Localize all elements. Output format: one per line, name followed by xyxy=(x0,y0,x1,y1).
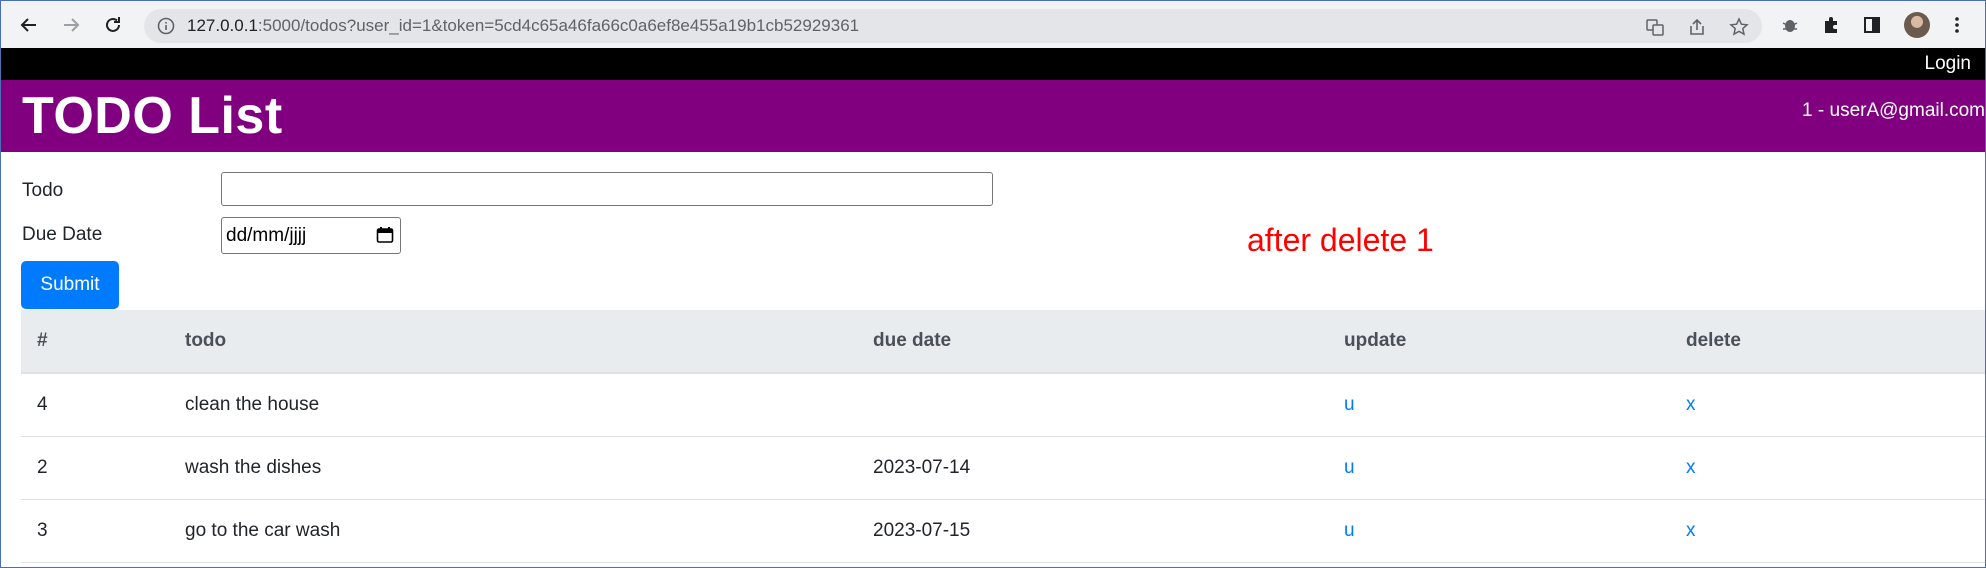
due-date-placeholder: dd/mm/jjjj xyxy=(226,225,307,246)
row-due-date: 2023-07-15 xyxy=(873,520,971,541)
table-header: # todo due date update delete xyxy=(21,310,1985,374)
column-header-delete: delete xyxy=(1686,330,1741,351)
url-text[interactable]: 127.0.0.1:5000/todos?user_id=1&token=5cd… xyxy=(187,16,859,36)
row-todo: clean the house xyxy=(185,394,320,415)
menu-kebab-icon[interactable] xyxy=(1945,13,1969,37)
share-icon[interactable] xyxy=(1686,16,1708,38)
profile-avatar[interactable] xyxy=(1904,12,1930,38)
update-link[interactable]: u xyxy=(1344,520,1355,542)
column-header-update: update xyxy=(1344,330,1407,351)
row-due-date: 2023-07-14 xyxy=(873,457,971,478)
side-panel-icon[interactable] xyxy=(1860,13,1884,37)
submit-button[interactable]: Submit xyxy=(21,261,119,309)
column-header-due-date: due date xyxy=(873,330,952,351)
annotation-text: after delete 1 xyxy=(1247,222,1434,258)
row-id: 2 xyxy=(37,457,48,478)
delete-link[interactable]: x xyxy=(1686,520,1696,542)
current-user: 1 - userA@gmail.com xyxy=(1802,100,1985,121)
delete-link[interactable]: x xyxy=(1686,457,1696,479)
todo-label: Todo xyxy=(22,180,64,201)
row-todo: wash the dishes xyxy=(185,457,322,478)
due-date-label: Due Date xyxy=(22,224,103,245)
reload-icon[interactable] xyxy=(99,11,127,39)
calendar-icon[interactable] xyxy=(376,226,394,244)
update-link[interactable]: u xyxy=(1344,457,1355,479)
todo-input[interactable] xyxy=(221,172,993,206)
delete-link[interactable]: x xyxy=(1686,394,1696,416)
due-date-input[interactable]: dd/mm/jjjj xyxy=(221,217,401,254)
table-row: 2 wash the dishes 2023-07-14 u x xyxy=(21,437,1985,500)
translate-icon[interactable] xyxy=(1644,16,1666,38)
address-bar[interactable]: 127.0.0.1:5000/todos?user_id=1&token=5cd… xyxy=(144,9,1762,43)
bookmark-star-icon[interactable] xyxy=(1728,16,1750,38)
site-info-icon[interactable] xyxy=(156,16,176,36)
table-row: 4 clean the house u x xyxy=(21,374,1985,437)
page-title: TODO List xyxy=(22,87,283,145)
forward-icon[interactable] xyxy=(57,11,85,39)
row-id: 4 xyxy=(37,394,48,415)
column-header-todo: todo xyxy=(185,330,227,351)
column-header-id: # xyxy=(37,330,48,351)
back-icon[interactable] xyxy=(15,11,43,39)
table-row: 3 go to the car wash 2023-07-15 u x xyxy=(21,500,1985,563)
browser-toolbar: 127.0.0.1:5000/todos?user_id=1&token=5cd… xyxy=(1,1,1985,48)
url-host: 127.0.0.1 xyxy=(187,16,258,35)
login-link[interactable]: Login xyxy=(1925,53,1972,75)
row-todo: go to the car wash xyxy=(185,520,341,541)
page-header: TODO List 1 - userA@gmail.com xyxy=(1,80,1985,152)
extensions-puzzle-icon[interactable] xyxy=(1819,13,1843,37)
url-path: :5000/todos?user_id=1&token=5cd4c65a46fa… xyxy=(257,16,860,35)
row-id: 3 xyxy=(37,520,48,541)
top-nav-bar: Login xyxy=(1,48,1985,80)
update-link[interactable]: u xyxy=(1344,394,1355,416)
extension-bug-icon[interactable] xyxy=(1778,13,1802,37)
